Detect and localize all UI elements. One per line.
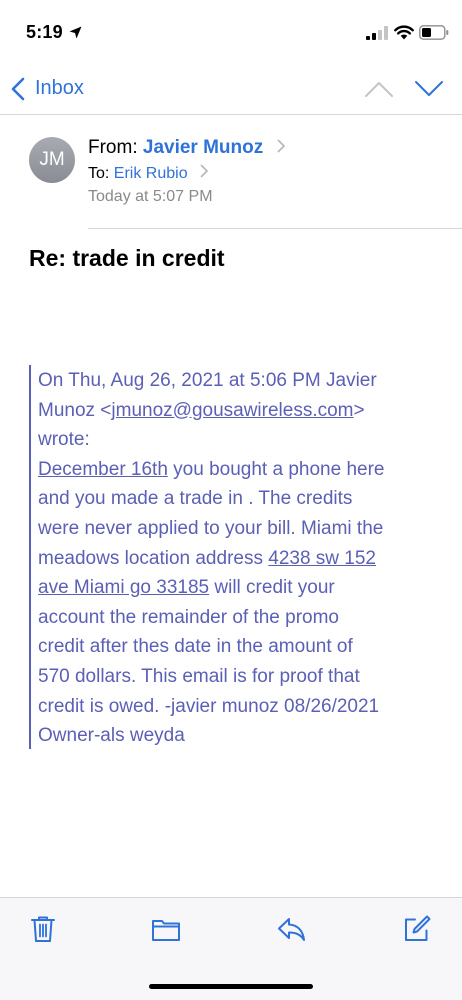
header-divider [88, 228, 462, 229]
quote-text: meadows location address [38, 547, 269, 569]
date-link[interactable]: December 16th [38, 459, 168, 480]
address-link[interactable]: ave Miami go 33185 [38, 577, 209, 598]
quote-line: and you made a trade in . The credits [38, 488, 353, 510]
quote-text: will credit your [209, 577, 335, 599]
email-link[interactable]: jmunoz@gousawireless.com [111, 400, 353, 421]
quote-line: ave Miami go 33185 will credit your [38, 573, 438, 603]
quote-text: > [353, 399, 365, 421]
quote-text: Munoz < [38, 399, 112, 421]
wifi-icon [394, 25, 414, 40]
quote-line: wrote: [38, 429, 90, 451]
nav-divider [0, 114, 462, 115]
quoted-message-body: On Thu, Aug 26, 2021 at 5:06 PM Javier M… [38, 366, 438, 751]
status-time: 5:19 [26, 22, 63, 42]
back-button-inbox[interactable]: Inbox [35, 77, 84, 100]
message-date: Today at 5:07 PM [88, 188, 213, 205]
nav-bar: Inbox [0, 62, 462, 114]
quote-line: credit after thes date in the amount of [38, 636, 353, 658]
sender-name[interactable]: Javier Munoz [143, 137, 263, 158]
trash-icon[interactable] [28, 914, 58, 944]
battery-icon [419, 25, 449, 40]
quote-line: December 16th you bought a phone here [38, 455, 438, 485]
quote-line: Munoz <jmunoz@gousawireless.com> [38, 396, 438, 426]
signal-icon [366, 26, 388, 40]
status-bar: 5:19 [0, 0, 462, 62]
quote-line: On Thu, Aug 26, 2021 at 5:06 PM Javier [38, 370, 377, 391]
mail-message-screen: 5:19 Inbox JM From: Javier Munoz To: Eri… [0, 0, 462, 1000]
address-link[interactable]: 4238 sw 152 [268, 548, 376, 569]
quote-line: were never applied to your bill. Miami t… [38, 517, 384, 539]
quote-bar [29, 365, 31, 749]
avatar[interactable]: JM [29, 137, 75, 183]
next-message-icon[interactable] [414, 80, 444, 98]
location-arrow-icon [69, 26, 82, 39]
quote-line: meadows location address 4238 sw 152 [38, 544, 438, 574]
to-label: To: [88, 165, 110, 182]
to-row: To: Erik Rubio [88, 164, 209, 183]
compose-icon[interactable] [401, 914, 431, 944]
chevron-right-icon[interactable] [277, 139, 286, 153]
home-indicator[interactable] [149, 984, 313, 989]
from-row: From: Javier Munoz [88, 137, 286, 159]
previous-message-icon[interactable] [364, 80, 394, 98]
message-subject: Re: trade in credit [29, 245, 225, 271]
from-label: From: [88, 137, 138, 158]
quote-line: account the remainder of the promo [38, 606, 340, 628]
quote-line: credit is owed. -javier munoz 08/26/2021 [38, 695, 380, 717]
folder-icon[interactable] [151, 914, 181, 944]
quote-text: you bought a phone here [167, 458, 385, 480]
quote-line: Owner-als weyda [38, 725, 185, 747]
chevron-right-icon[interactable] [200, 164, 209, 178]
recipient-name[interactable]: Erik Rubio [114, 165, 188, 182]
back-chevron-icon[interactable] [10, 77, 26, 101]
quote-line: 570 dollars. This email is for proof tha… [38, 665, 360, 687]
reply-icon[interactable] [276, 914, 306, 944]
